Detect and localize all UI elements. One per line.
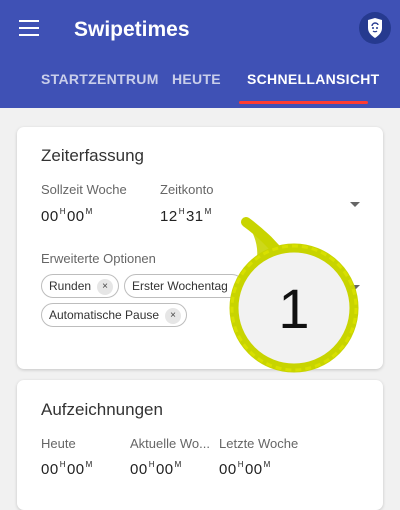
options-label: Erweiterte Optionen [41, 251, 156, 266]
app-bar: Swipetimes STARTZENTRUM HEUTE SCHNELLANS… [0, 0, 400, 108]
close-icon[interactable]: × [165, 308, 182, 324]
app-title: Swipetimes [74, 18, 190, 41]
sollzeit-label: Sollzeit Woche [41, 182, 127, 197]
tab-bar: STARTZENTRUM HEUTE SCHNELLANSICHT [0, 60, 400, 108]
chip-automatische-pause[interactable]: Automatische Pause × [41, 303, 187, 327]
aufzeichnungen-card: Aufzeichnungen Heute 00H00M Aktuelle Wo.… [17, 380, 383, 510]
tutorial-annotation: 1 [216, 210, 366, 380]
active-tab-indicator [239, 101, 368, 104]
sollzeit-value[interactable]: 00H00M [41, 207, 94, 225]
tab-heute[interactable]: HEUTE [172, 60, 221, 108]
chip-label: Runden [49, 279, 92, 293]
aufzeichnungen-title: Aufzeichnungen [41, 400, 163, 419]
menu-icon[interactable] [19, 20, 39, 36]
chip-label: Erster Wochentag [132, 279, 228, 293]
aktuelle-woche-value: 00H00M [130, 460, 182, 478]
annotation-number: 1 [278, 277, 309, 340]
zeitkonto-value[interactable]: 12H31M [160, 207, 213, 225]
tab-startzentrum[interactable]: STARTZENTRUM [41, 60, 159, 108]
letzte-woche-value: 00H00M [219, 460, 271, 478]
chip-runden[interactable]: Runden × [41, 274, 119, 298]
aktuelle-woche-label: Aktuelle Wo... [130, 436, 210, 451]
zeitkonto-label: Zeitkonto [160, 182, 214, 197]
zeiterfassung-title: Zeiterfassung [41, 146, 144, 165]
letzte-woche-label: Letzte Woche [219, 436, 299, 451]
close-icon[interactable]: × [97, 279, 114, 295]
shield-avatar-icon[interactable] [359, 12, 391, 44]
zeitkonto-dropdown-icon[interactable] [350, 202, 360, 207]
chip-label: Automatische Pause [49, 308, 160, 322]
heute-value: 00H00M [41, 460, 93, 478]
heute-label: Heute [41, 436, 76, 451]
